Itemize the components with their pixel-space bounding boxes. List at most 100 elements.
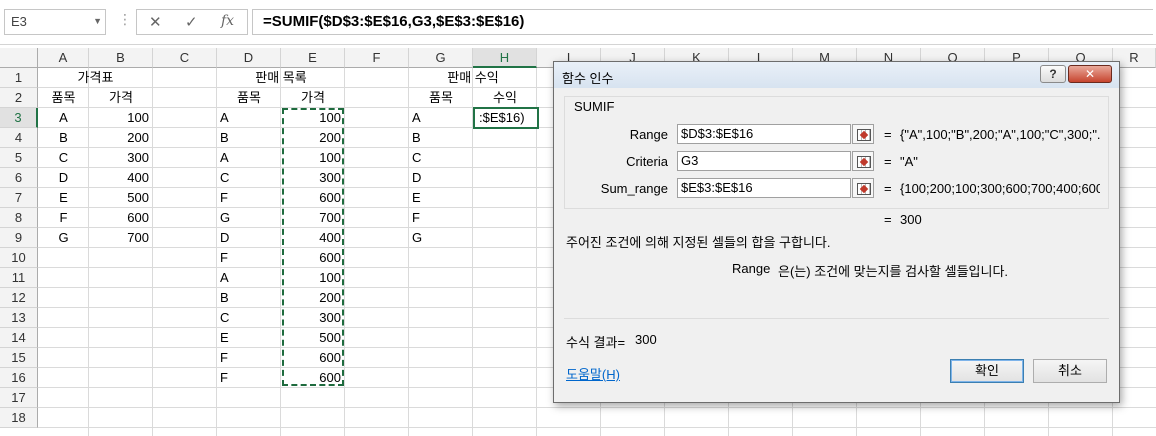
cell-b8[interactable]: 600 [89, 208, 153, 228]
row-header-16[interactable]: 16 [0, 368, 38, 388]
row-header-9[interactable]: 9 [0, 228, 38, 248]
cell-g7[interactable]: E [409, 188, 473, 208]
cell-b6[interactable]: 400 [89, 168, 153, 188]
cell-d11[interactable]: A [217, 268, 281, 288]
row-header-7[interactable]: 7 [0, 188, 38, 208]
cell-d14[interactable]: E [217, 328, 281, 348]
column-header-a[interactable]: A [38, 48, 89, 68]
row-header-17[interactable]: 17 [0, 388, 38, 408]
cell-d15[interactable]: F [217, 348, 281, 368]
cell-b2[interactable]: 가격 [89, 88, 153, 108]
cell-g5[interactable]: C [409, 148, 473, 168]
select-all-corner[interactable] [0, 48, 38, 68]
formula-buttons: ✕ ✓ fx [136, 9, 248, 35]
cell-d4[interactable]: B [217, 128, 281, 148]
cell-g4[interactable]: B [409, 128, 473, 148]
cancel-button[interactable]: 취소 [1033, 359, 1107, 383]
cell-a7[interactable]: E [38, 188, 89, 208]
row-header-6[interactable]: 6 [0, 168, 38, 188]
criteria-input[interactable]: G3 [677, 151, 851, 171]
column-header-d[interactable]: D [217, 48, 281, 68]
close-button[interactable]: ✕ [1068, 65, 1112, 83]
function-name: SUMIF [572, 99, 617, 114]
column-header-c[interactable]: C [153, 48, 217, 68]
cell-g3[interactable]: A [409, 108, 473, 128]
cell-a2[interactable]: 품목 [38, 88, 89, 108]
cell-a6[interactable]: D [38, 168, 89, 188]
sum-range-eq: = [884, 181, 892, 196]
column-header-g[interactable]: G [409, 48, 473, 68]
cell-b4[interactable]: 200 [89, 128, 153, 148]
column-header-h[interactable]: H [473, 48, 537, 68]
row-header-4[interactable]: 4 [0, 128, 38, 148]
cell-a5[interactable]: C [38, 148, 89, 168]
row-header-1[interactable]: 1 [0, 68, 38, 88]
cell-title-revenue[interactable]: 판매 수익 [409, 68, 537, 88]
cell-a4[interactable]: B [38, 128, 89, 148]
row-header-2[interactable]: 2 [0, 88, 38, 108]
cell-b9[interactable]: 700 [89, 228, 153, 248]
formula-bar: E3 ▼ ⋮ ✕ ✓ fx =SUMIF($D$3:$E$16,G3,$E$3:… [0, 0, 1156, 45]
cell-d8[interactable]: G [217, 208, 281, 228]
sum-range-input[interactable]: $E$3:$E$16 [677, 178, 851, 198]
cell-d10[interactable]: F [217, 248, 281, 268]
row-header-14[interactable]: 14 [0, 328, 38, 348]
formula-input[interactable]: =SUMIF($D$3:$E$16,G3,$E$3:$E$16) [252, 9, 1153, 35]
cell-g6[interactable]: D [409, 168, 473, 188]
cell-title-sales[interactable]: 판매 목록 [217, 68, 345, 88]
cell-g2[interactable]: 품목 [409, 88, 473, 108]
cell-d6[interactable]: C [217, 168, 281, 188]
active-cell-h3[interactable]: :$E$16) [473, 107, 539, 129]
cell-d7[interactable]: F [217, 188, 281, 208]
row-header-3[interactable]: 3 [0, 108, 38, 128]
drag-handle-icon[interactable]: ⋮ [118, 12, 132, 26]
row-header-11[interactable]: 11 [0, 268, 38, 288]
cell-b3[interactable]: 100 [89, 108, 153, 128]
cell-d9[interactable]: D [217, 228, 281, 248]
cell-a3[interactable]: A [38, 108, 89, 128]
cancel-icon[interactable]: ✕ [149, 13, 162, 31]
row-header-15[interactable]: 15 [0, 348, 38, 368]
cell-g8[interactable]: F [409, 208, 473, 228]
sum-range-collapse-button[interactable] [852, 178, 874, 198]
sum-range-result: {100;200;100;300;600;700;400;600; [900, 181, 1100, 196]
cell-b5[interactable]: 300 [89, 148, 153, 168]
row-header-8[interactable]: 8 [0, 208, 38, 228]
cell-e2[interactable]: 가격 [281, 88, 345, 108]
range-collapse-button[interactable] [852, 124, 874, 144]
cell-title-price[interactable]: 가격표 [38, 68, 153, 88]
range-input[interactable]: $D$3:$E$16 [677, 124, 851, 144]
check-icon[interactable]: ✓ [185, 13, 198, 31]
name-box[interactable]: E3 ▼ [4, 9, 106, 35]
help-button[interactable]: ? [1040, 65, 1066, 83]
column-header-b[interactable]: B [89, 48, 153, 68]
cell-d5[interactable]: A [217, 148, 281, 168]
active-cell-text: :$E$16) [479, 110, 525, 125]
ok-button[interactable]: 확인 [950, 359, 1024, 383]
cell-d2[interactable]: 품목 [217, 88, 281, 108]
column-header-f[interactable]: F [345, 48, 409, 68]
cell-h2[interactable]: 수익 [473, 88, 537, 108]
row-header-5[interactable]: 5 [0, 148, 38, 168]
cell-a9[interactable]: G [38, 228, 89, 248]
row-header-12[interactable]: 12 [0, 288, 38, 308]
cell-a8[interactable]: F [38, 208, 89, 228]
arg-label-range: Range [629, 127, 668, 142]
cell-d3[interactable]: A [217, 108, 281, 128]
cell-d12[interactable]: B [217, 288, 281, 308]
row-header-13[interactable]: 13 [0, 308, 38, 328]
cell-b7[interactable]: 500 [89, 188, 153, 208]
insert-function-icon[interactable]: fx [221, 13, 234, 29]
argument-description: 은(는) 조건에 맞는지를 검사할 셀들입니다. [778, 264, 1009, 279]
help-link[interactable]: 도움말(H) [566, 364, 620, 383]
cell-d16[interactable]: F [217, 368, 281, 388]
dialog-titlebar[interactable]: 함수 인수 ? ✕ [554, 62, 1119, 88]
range-eq: = [884, 127, 892, 142]
row-header-18[interactable]: 18 [0, 408, 38, 428]
row-header-10[interactable]: 10 [0, 248, 38, 268]
column-header-e[interactable]: E [281, 48, 345, 68]
cell-d13[interactable]: C [217, 308, 281, 328]
criteria-collapse-button[interactable] [852, 151, 874, 171]
cell-g9[interactable]: G [409, 228, 473, 248]
chevron-down-icon[interactable]: ▼ [93, 16, 102, 26]
